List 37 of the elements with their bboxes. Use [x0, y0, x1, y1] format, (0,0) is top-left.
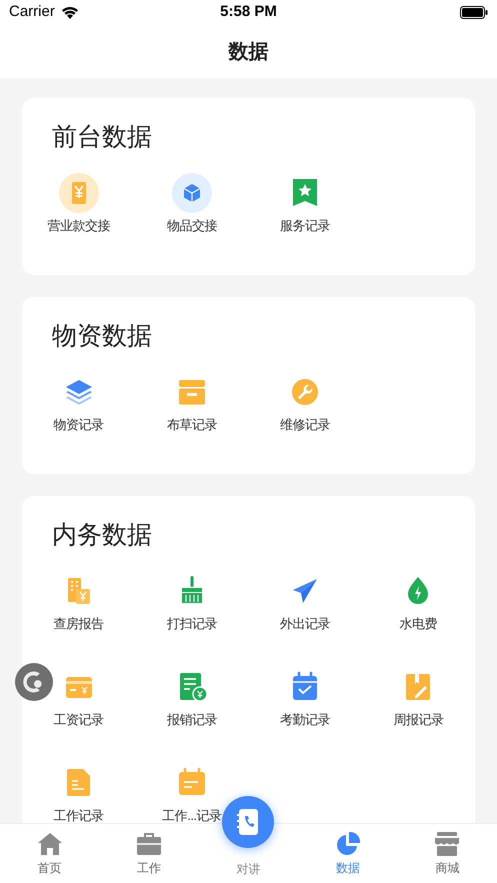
intercom-button[interactable] — [222, 796, 274, 848]
money-note-icon — [58, 173, 99, 213]
tab-item[interactable]: 首页 — [0, 824, 100, 883]
data-entry-button[interactable]: 外出记录 — [280, 571, 330, 632]
battery-icon — [460, 6, 488, 19]
page-title: 数据 — [228, 40, 268, 64]
data-entry-button[interactable]: 水电费 — [398, 571, 438, 632]
briefcase-icon — [136, 830, 162, 856]
data-entry-button[interactable]: 物资记录 — [54, 372, 104, 433]
data-entry-button[interactable]: 物品交接 — [166, 173, 217, 234]
section-title: 内务数据 — [52, 520, 152, 552]
tab-item[interactable]: 商城 — [398, 824, 497, 883]
data-entry-button[interactable]: 周报记录 — [393, 667, 444, 728]
section-title: 前台数据 — [52, 122, 152, 154]
storefront-icon — [434, 830, 460, 856]
data-entry-button[interactable]: 报销记录 — [166, 667, 217, 728]
cube-icon — [172, 173, 212, 213]
data-entry-button[interactable]: 工资记录 — [54, 667, 104, 728]
clock-time: 5:58 PM — [220, 2, 277, 22]
data-entry-button[interactable]: 考勤记录 — [280, 667, 330, 728]
data-entry-button[interactable]: 营业款交接 — [47, 173, 110, 234]
data-entry-button[interactable]: 打扫记录 — [166, 571, 217, 632]
tab-item[interactable]: 数据 — [298, 824, 398, 883]
home-icon — [36, 830, 63, 856]
data-entry-button[interactable]: 工作...记录 — [162, 763, 222, 823]
wifi-icon — [60, 6, 79, 19]
floating-assist-button[interactable] — [15, 663, 53, 701]
tab-item[interactable]: 工作 — [99, 824, 199, 883]
data-entry-button[interactable]: 工作记录 — [54, 763, 104, 823]
data-entry-button[interactable]: 维修记录 — [280, 372, 330, 433]
pie-chart-icon — [334, 830, 361, 856]
carrier-label: Carrier — [9, 2, 55, 22]
section-title: 物资数据 — [52, 321, 152, 352]
data-entry-button[interactable]: 查房报告 — [54, 571, 104, 632]
data-entry-button[interactable]: 布草记录 — [166, 372, 217, 433]
tab-label: 对讲 — [236, 861, 260, 878]
data-entry-button[interactable]: 服务记录 — [280, 173, 330, 234]
